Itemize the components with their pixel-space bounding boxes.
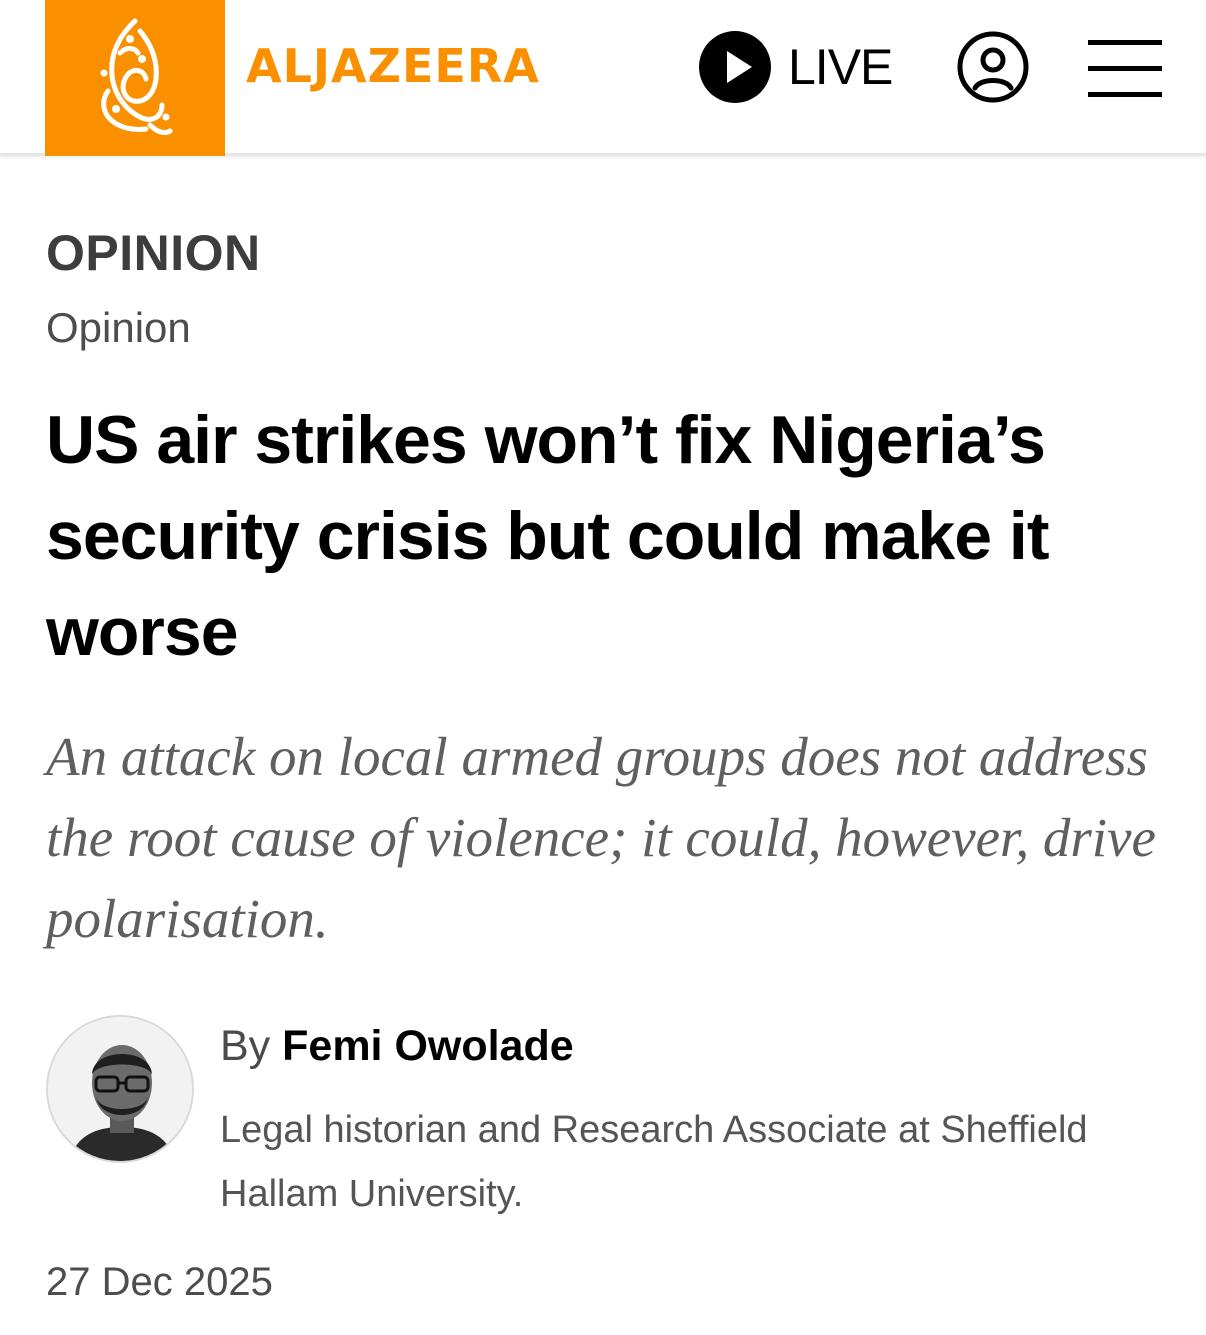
live-button[interactable]: LIVE bbox=[698, 30, 893, 104]
article-category[interactable]: Opinion bbox=[46, 304, 191, 352]
article-byline: By Femi Owolade bbox=[220, 1022, 574, 1071]
author-bio: Legal historian and Research Associate a… bbox=[220, 1109, 1088, 1215]
article-kicker[interactable]: OPINION bbox=[46, 224, 261, 282]
article-standfirst: An attack on local armed groups does not… bbox=[46, 726, 1156, 949]
author-name-link[interactable]: Femi Owolade bbox=[282, 1022, 574, 1070]
al-jazeera-logo-icon bbox=[100, 18, 173, 136]
author-avatar[interactable] bbox=[46, 1015, 194, 1163]
menu-bar-icon bbox=[1088, 92, 1162, 97]
hamburger-menu-button[interactable] bbox=[1088, 40, 1162, 98]
author-portrait-icon bbox=[48, 1017, 192, 1161]
live-label: LIVE bbox=[788, 39, 893, 95]
menu-bar-icon bbox=[1088, 66, 1162, 71]
brand-wordmark[interactable]: ALJAZEERA bbox=[246, 38, 540, 94]
user-account-icon bbox=[957, 31, 1029, 103]
play-circle-icon bbox=[699, 31, 771, 103]
publish-date: 27 Dec 2025 bbox=[46, 1260, 273, 1304]
site-header: ALJAZEERA LIVE bbox=[0, 0, 1206, 156]
byline-prefix: By bbox=[220, 1022, 271, 1070]
account-button[interactable] bbox=[956, 30, 1030, 104]
menu-bar-icon bbox=[1088, 40, 1162, 45]
brand-logo[interactable] bbox=[45, 0, 225, 156]
article-headline: US air strikes won’t fix Nigeria’s secur… bbox=[46, 402, 1049, 670]
